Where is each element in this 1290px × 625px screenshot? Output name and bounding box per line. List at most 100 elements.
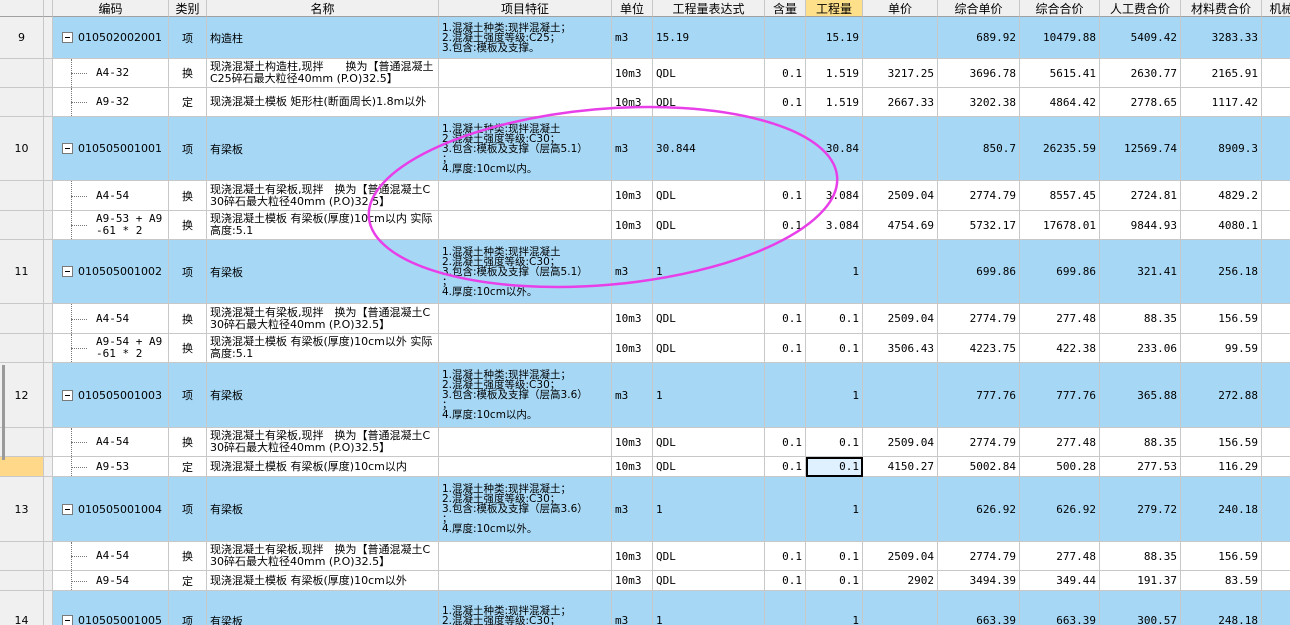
labor-cell[interactable]: 277.53	[1100, 457, 1181, 477]
machine-cell[interactable]	[1262, 428, 1290, 457]
collapse-toggle-icon[interactable]	[62, 143, 73, 154]
expr-cell[interactable]: 30.844	[653, 117, 765, 181]
quota-row[interactable]: A4-54 换现浇混凝土有梁板,现拌 换为【普通混凝土C30碎石最大粒径40mm …	[0, 428, 1290, 457]
bill-item-row[interactable]: 10 010505001001 项有梁板 1.混凝土种类:现拌混凝土 2.混凝土强度等级…	[0, 117, 1290, 181]
expr-cell[interactable]: 1	[653, 240, 765, 304]
column-header-feature[interactable]: 项目特征	[439, 0, 612, 17]
feature-cell[interactable]: 1.混凝土种类:现拌混凝土 2.混凝土强度等级:C30； 3.包含:模板及支撑（层高…	[439, 117, 612, 181]
comp-total-cell[interactable]: 422.38	[1020, 334, 1100, 363]
comp-price-cell[interactable]: 626.92	[938, 477, 1020, 542]
comp-total-cell[interactable]: 277.48	[1020, 304, 1100, 334]
price-cell[interactable]	[863, 363, 938, 428]
feature-cell[interactable]: 1.混凝土种类:现拌混凝土 2.混凝土强度等级:C30； 3.包含:模板及支撑（层高…	[439, 240, 612, 304]
name-cell[interactable]: 现浇混凝土构造柱,现拌 换为【普通混凝土C25碎石最大粒径40mm (P.O)3…	[207, 59, 439, 88]
material-cell[interactable]: 156.59	[1181, 304, 1262, 334]
column-header-type[interactable]: 类别	[169, 0, 207, 17]
comp-total-cell[interactable]: 8557.45	[1020, 181, 1100, 211]
type-cell[interactable]: 项	[169, 363, 207, 428]
bill-item-row[interactable]: 13 010505001004 项有梁板 1.混凝土种类:现拌混凝土； 2.混凝土强度等…	[0, 477, 1290, 542]
feature-cell[interactable]	[439, 542, 612, 571]
quota-row[interactable]: A4-54 换现浇混凝土有梁板,现拌 换为【普通混凝土C30碎石最大粒径40mm …	[0, 181, 1290, 211]
collapse-toggle-icon[interactable]	[62, 389, 73, 401]
column-header-price[interactable]: 单价	[863, 0, 938, 17]
expr-cell[interactable]: QDL	[653, 428, 765, 457]
name-cell[interactable]: 现浇混凝土模板 有梁板(厚度)10cm以外	[207, 571, 439, 591]
expr-cell[interactable]: 15.19	[653, 17, 765, 59]
content-cell[interactable]: 0.1	[765, 457, 806, 477]
type-cell[interactable]: 定	[169, 571, 207, 591]
quota-row[interactable]: A9-32 定现浇混凝土模板 矩形柱(断面周长)1.8m以外 10m3 QDL 0.1 1…	[0, 88, 1290, 117]
type-cell[interactable]: 换	[169, 542, 207, 571]
material-cell[interactable]: 83.59	[1181, 571, 1262, 591]
name-cell[interactable]: 有梁板	[207, 240, 439, 304]
content-cell[interactable]: 0.1	[765, 334, 806, 363]
name-cell[interactable]: 有梁板	[207, 363, 439, 428]
machine-cell[interactable]	[1262, 591, 1290, 625]
feature-cell[interactable]	[439, 88, 612, 117]
qty-cell[interactable]: 1	[806, 591, 863, 625]
feature-cell[interactable]	[439, 304, 612, 334]
unit-cell[interactable]: 10m3	[612, 428, 653, 457]
qty-cell[interactable]: 30.84	[806, 117, 863, 181]
column-header-content[interactable]: 含量	[765, 0, 806, 17]
machine-cell[interactable]	[1262, 457, 1290, 477]
unit-cell[interactable]: 10m3	[612, 334, 653, 363]
code-cell[interactable]: A4-54	[53, 428, 169, 457]
price-cell[interactable]: 2667.33	[863, 88, 938, 117]
name-cell[interactable]: 现浇混凝土有梁板,现拌 换为【普通混凝土C30碎石最大粒径40mm (P.O)3…	[207, 542, 439, 571]
unit-cell[interactable]: 10m3	[612, 88, 653, 117]
type-cell[interactable]: 项	[169, 17, 207, 59]
material-cell[interactable]: 256.18	[1181, 240, 1262, 304]
expr-cell[interactable]: QDL	[653, 181, 765, 211]
material-cell[interactable]: 99.59	[1181, 334, 1262, 363]
qty-cell[interactable]: 0.1	[806, 571, 863, 591]
labor-cell[interactable]: 321.41	[1100, 240, 1181, 304]
code-cell[interactable]: 010502002001	[53, 17, 169, 59]
code-cell[interactable]: A9-53	[53, 457, 169, 477]
labor-cell[interactable]: 2630.77	[1100, 59, 1181, 88]
machine-cell[interactable]	[1262, 117, 1290, 181]
price-cell[interactable]	[863, 117, 938, 181]
comp-total-cell[interactable]: 10479.88	[1020, 17, 1100, 59]
quota-row[interactable]: A9-53 + A9-61 * 2 换现浇混凝土模板 有梁板(厚度)10cm以内 …	[0, 211, 1290, 240]
quota-row[interactable]: A9-54 定现浇混凝土模板 有梁板(厚度)10cm以外 10m3 QDL 0.1 0.1…	[0, 571, 1290, 591]
feature-cell[interactable]: 1.混凝土种类:现拌混凝土；2.混凝土强度等级:C30；3.包含:模板及支撑（层…	[439, 363, 612, 428]
price-cell[interactable]: 2509.04	[863, 304, 938, 334]
price-cell[interactable]	[863, 17, 938, 59]
qty-cell[interactable]: 3.084	[806, 211, 863, 240]
machine-cell[interactable]	[1262, 304, 1290, 334]
type-cell[interactable]: 项	[169, 240, 207, 304]
expr-cell[interactable]: QDL	[653, 59, 765, 88]
qty-cell[interactable]: 3.084	[806, 181, 863, 211]
labor-cell[interactable]: 5409.42	[1100, 17, 1181, 59]
feature-cell[interactable]	[439, 428, 612, 457]
comp-total-cell[interactable]: 663.39	[1020, 591, 1100, 625]
name-cell[interactable]: 有梁板	[207, 477, 439, 542]
qty-cell[interactable]: 0.1	[806, 334, 863, 363]
comp-price-cell[interactable]: 850.7	[938, 117, 1020, 181]
name-cell[interactable]: 现浇混凝土有梁板,现拌 换为【普通混凝土C30碎石最大粒径40mm (P.O)3…	[207, 181, 439, 211]
code-cell[interactable]: A9-54	[53, 571, 169, 591]
column-header-qty[interactable]: 工程量	[806, 0, 863, 17]
comp-price-cell[interactable]: 4223.75	[938, 334, 1020, 363]
content-cell[interactable]: 0.1	[765, 428, 806, 457]
material-cell[interactable]: 116.29	[1181, 457, 1262, 477]
comp-price-cell[interactable]: 689.92	[938, 17, 1020, 59]
comp-price-cell[interactable]: 5002.84	[938, 457, 1020, 477]
price-cell[interactable]: 2509.04	[863, 181, 938, 211]
content-cell[interactable]: 0.1	[765, 304, 806, 334]
column-header-material[interactable]: 材料费合价	[1181, 0, 1262, 17]
feature-cell[interactable]	[439, 571, 612, 591]
material-cell[interactable]: 272.88	[1181, 363, 1262, 428]
labor-cell[interactable]: 233.06	[1100, 334, 1181, 363]
machine-cell[interactable]	[1262, 59, 1290, 88]
material-cell[interactable]: 156.59	[1181, 428, 1262, 457]
comp-total-cell[interactable]: 5615.41	[1020, 59, 1100, 88]
content-cell[interactable]	[765, 17, 806, 59]
labor-cell[interactable]: 300.57	[1100, 591, 1181, 625]
code-cell[interactable]: A4-54	[53, 304, 169, 334]
qty-cell[interactable]: 15.19	[806, 17, 863, 59]
machine-cell[interactable]	[1262, 363, 1290, 428]
qty-cell[interactable]: 1	[806, 363, 863, 428]
collapse-toggle-icon[interactable]	[62, 266, 73, 277]
